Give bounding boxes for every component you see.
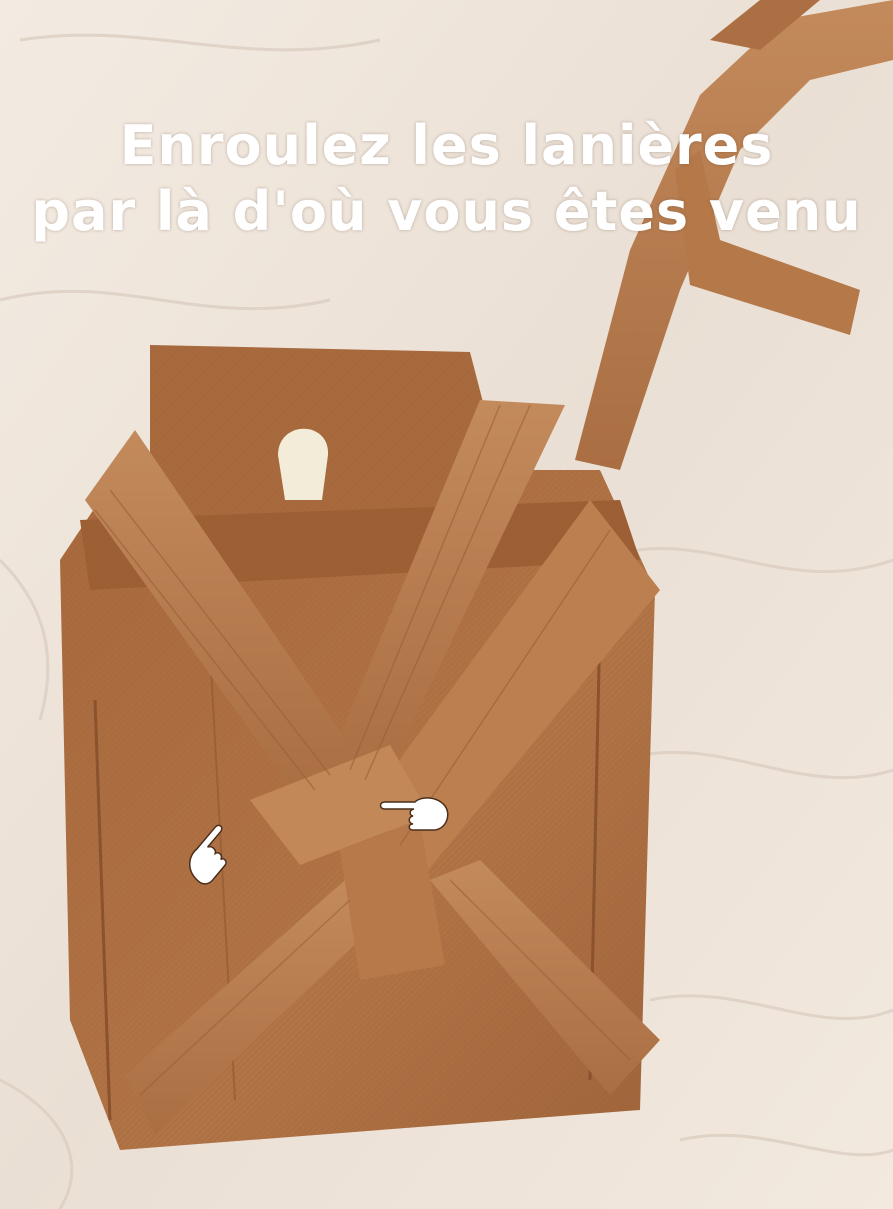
caption-line-2: par là d'où vous êtes venu bbox=[31, 180, 862, 243]
koshiita-tab bbox=[278, 428, 329, 500]
caption-line-1: Enroulez les lanières bbox=[119, 114, 774, 177]
